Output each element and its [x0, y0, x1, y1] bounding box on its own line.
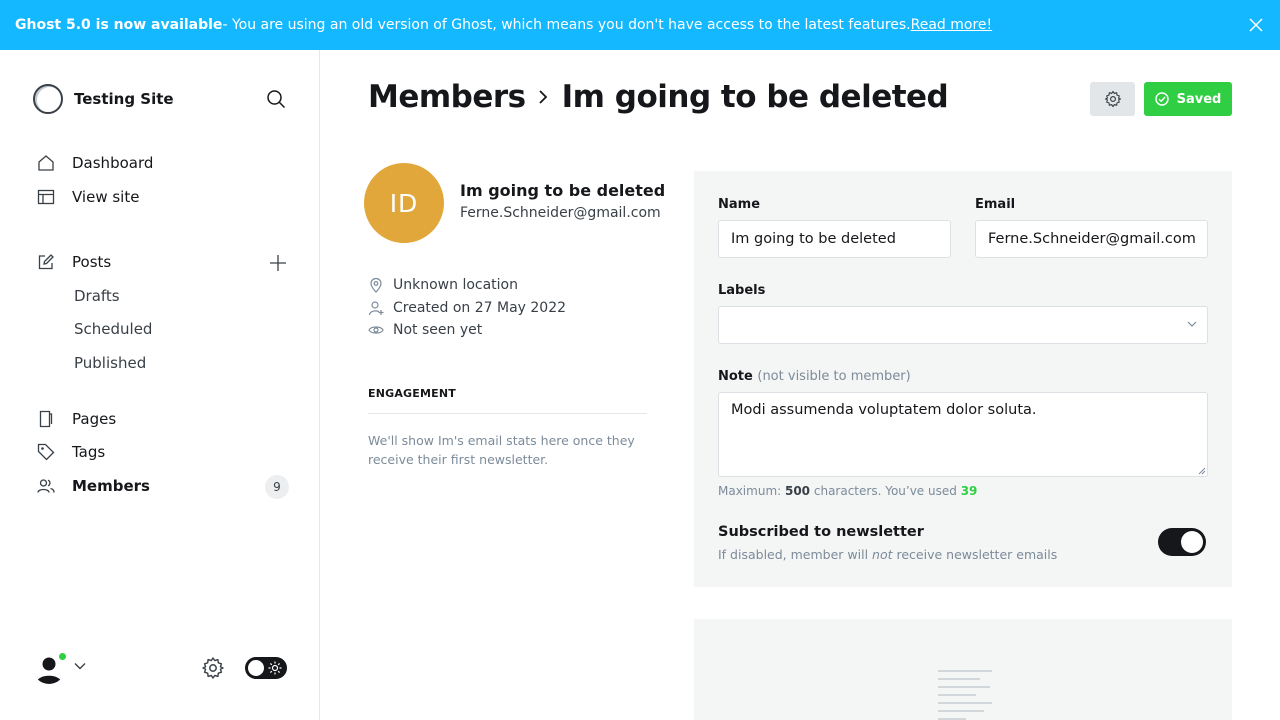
note-character-counter: Maximum: 500 characters. You’ve used 39: [718, 484, 977, 498]
search-icon[interactable]: [266, 89, 286, 109]
sidebar-item-tags[interactable]: Tags: [37, 443, 105, 461]
toggle-knob: [248, 660, 264, 676]
note-value: Modi assumenda voluptatem dolor soluta.: [731, 402, 1037, 418]
site-switcher[interactable]: Testing Site: [33, 84, 174, 114]
counter-max: 500: [784, 484, 811, 498]
note-label-text: Note: [718, 369, 753, 384]
members-count-badge: 9: [265, 475, 289, 499]
email-label: Email: [975, 197, 1016, 212]
user-add-icon: [368, 301, 384, 316]
member-email: Ferne.Schneider@gmail.com: [460, 205, 661, 221]
main-content: Members Im going to be deleted Saved ID …: [320, 50, 1280, 720]
member-location: Unknown location: [368, 277, 518, 293]
location-text: Unknown location: [393, 277, 518, 293]
save-button[interactable]: Saved: [1144, 82, 1232, 116]
note-hint: (not visible to member): [757, 369, 911, 384]
labels-select[interactable]: [718, 306, 1208, 344]
sidebar-item-label: Pages: [72, 410, 117, 428]
newsletter-desc-em: not: [872, 547, 893, 562]
counter-prefix: Maximum:: [718, 484, 785, 498]
update-banner: Ghost 5.0 is now available - You are usi…: [0, 0, 1280, 50]
email-field[interactable]: Ferne.Schneider@gmail.com: [975, 220, 1208, 258]
member-last-seen: Not seen yet: [368, 322, 482, 338]
sidebar-item-label: Posts: [72, 253, 112, 271]
edit-icon: [38, 254, 54, 270]
site-name: Testing Site: [74, 90, 174, 108]
sidebar-item-label: Members: [72, 477, 150, 495]
close-icon[interactable]: [1248, 17, 1264, 33]
newsletter-desc-2: receive newsletter emails: [892, 547, 1058, 562]
engagement-heading: ENGAGEMENT: [368, 387, 456, 400]
resize-handle-icon[interactable]: [1198, 467, 1206, 475]
labels-label: Labels: [718, 283, 766, 298]
name-label: Name: [718, 197, 761, 212]
sidebar-item-dashboard[interactable]: Dashboard: [37, 154, 153, 172]
pages-icon: [39, 410, 53, 428]
last-seen-text: Not seen yet: [393, 322, 483, 338]
divider: [368, 413, 647, 414]
newsletter-title: Subscribed to newsletter: [718, 524, 924, 540]
chevron-right-icon: [539, 90, 547, 104]
banner-read-more-link[interactable]: Read more!: [911, 17, 993, 33]
counter-used: 39: [960, 484, 978, 498]
eye-icon: [368, 326, 384, 334]
breadcrumb: Members Im going to be deleted: [368, 79, 949, 115]
newsletter-desc-1: If disabled, member will: [718, 547, 873, 562]
sidebar-item-label: Tags: [72, 443, 106, 461]
gear-icon[interactable]: [201, 656, 225, 680]
member-details-form: Name Im going to be deleted Email Ferne.…: [694, 171, 1232, 587]
toggle-knob: [1181, 531, 1203, 553]
sidebar-item-scheduled[interactable]: Scheduled: [74, 320, 152, 338]
note-textarea[interactable]: Modi assumenda voluptatem dolor soluta.: [718, 392, 1208, 477]
tag-icon: [37, 443, 55, 461]
banner-message: - You are using an old version of Ghost,…: [222, 17, 911, 33]
site-logo: [33, 84, 63, 114]
layout-icon: [37, 189, 55, 205]
chevron-down-icon: [1187, 321, 1197, 327]
counter-mid: characters. You’ve used: [810, 484, 961, 498]
note-label: Note (not visible to member): [718, 369, 911, 384]
sidebar-item-label: View site: [72, 188, 140, 206]
newsletter-description: If disabled, member will not receive new…: [718, 547, 1057, 562]
breadcrumb-members-link[interactable]: Members: [368, 79, 526, 115]
sidebar-item-members[interactable]: Members: [37, 477, 150, 495]
created-text: Created on 27 May 2022: [393, 300, 567, 316]
home-icon: [38, 155, 54, 171]
member-actions-button[interactable]: [1090, 82, 1135, 116]
chevron-down-icon[interactable]: [74, 662, 86, 670]
member-avatar: ID: [364, 163, 444, 243]
sidebar: Testing Site Dashboard View site Posts D…: [0, 50, 320, 720]
online-status-dot: [57, 651, 68, 662]
newsletter-toggle[interactable]: [1158, 528, 1206, 556]
theme-toggle[interactable]: [245, 657, 287, 679]
document-lines-icon: [938, 670, 992, 720]
members-icon: [37, 479, 55, 493]
location-pin-icon: [370, 277, 382, 293]
page-title: Im going to be deleted: [561, 79, 949, 115]
sidebar-item-label: Dashboard: [72, 154, 154, 172]
member-name: Im going to be deleted: [460, 181, 666, 200]
engagement-text: We'll show Im's email stats here once th…: [368, 433, 635, 467]
add-post-icon[interactable]: [269, 254, 287, 272]
gear-icon: [1104, 90, 1121, 108]
check-circle-icon: [1154, 92, 1169, 106]
sidebar-item-posts[interactable]: Posts: [37, 253, 111, 271]
activity-panel: [694, 619, 1232, 720]
sidebar-item-published[interactable]: Published: [74, 354, 146, 372]
sidebar-item-drafts[interactable]: Drafts: [74, 287, 120, 305]
sidebar-item-view-site[interactable]: View site: [37, 188, 139, 206]
save-button-label: Saved: [1176, 91, 1222, 107]
sidebar-item-pages[interactable]: Pages: [37, 410, 116, 428]
banner-title: Ghost 5.0 is now available: [15, 17, 223, 33]
member-created: Created on 27 May 2022: [368, 300, 566, 316]
name-field[interactable]: Im going to be deleted: [718, 220, 951, 258]
sun-icon: [268, 661, 282, 675]
